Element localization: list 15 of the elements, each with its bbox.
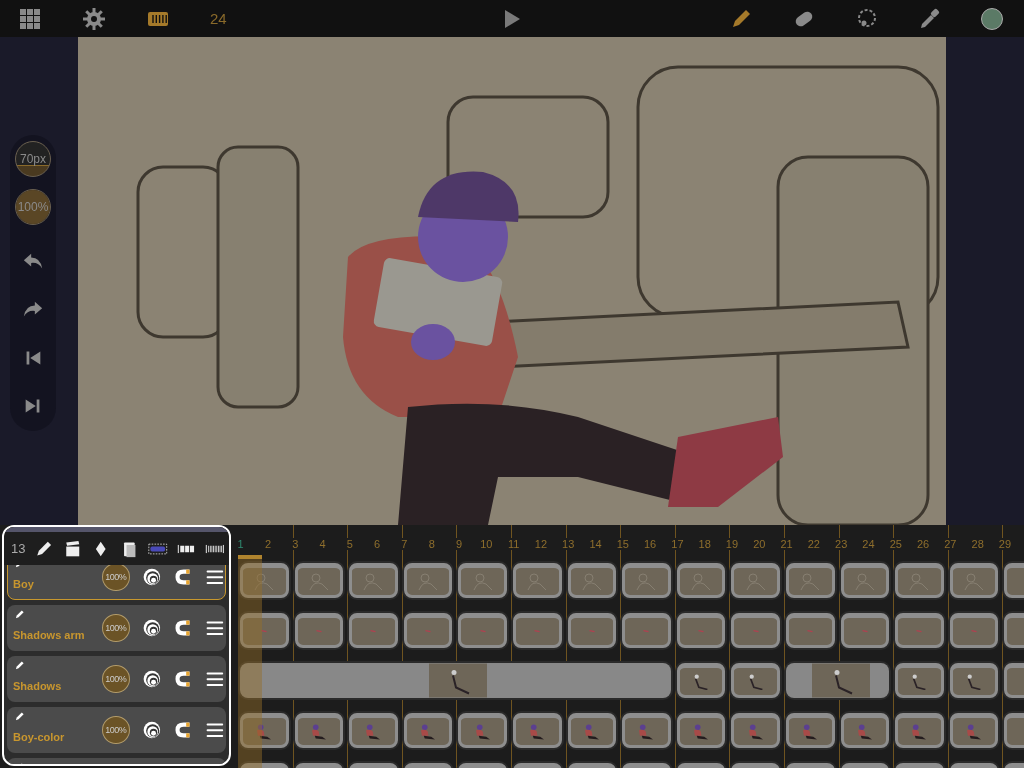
layer-row[interactable]: Shadows arm 100% — [7, 605, 226, 651]
layer-name: Shadows — [13, 680, 63, 692]
opacity-control[interactable]: 100% — [15, 189, 51, 225]
layer-opacity[interactable]: 100% — [102, 716, 130, 744]
fps-label[interactable]: 24 — [210, 10, 227, 27]
layer-count: 13 — [11, 541, 26, 556]
layer-name: Boy — [13, 578, 35, 590]
brush-size-control[interactable]: 70px — [15, 141, 51, 177]
layer-opacity[interactable]: 100% — [102, 614, 130, 642]
layer-row[interactable]: Shadows 100% — [7, 656, 226, 702]
layer-name: Boy-color — [13, 731, 66, 743]
layer-opacity[interactable]: 100% — [102, 563, 130, 591]
layer-opacity[interactable]: 100% — [102, 665, 130, 693]
layer-name: Shadows arm — [13, 629, 86, 641]
layer-row[interactable]: Boy-color 100% — [7, 707, 226, 753]
